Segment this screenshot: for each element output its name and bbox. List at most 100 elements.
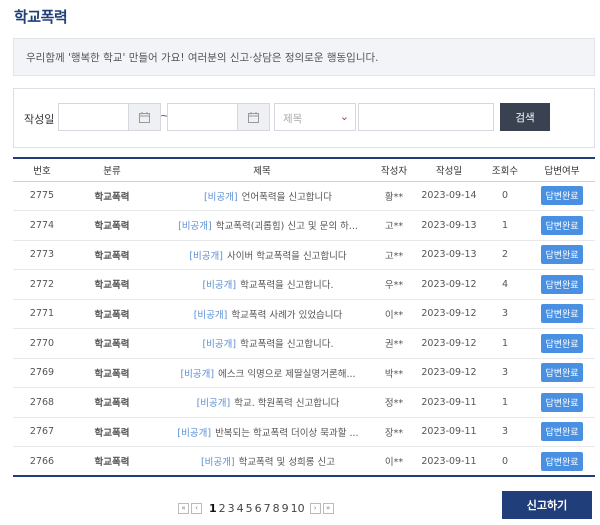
table-row[interactable]: 2767 학교폭력 [비공개] 반복되는 학교폭력 더이상 묵과할 ... 장** 202… bbox=[13, 417, 595, 447]
column-header-number: 번호 bbox=[13, 158, 71, 182]
table-row[interactable]: 2773 학교폭력 [비공개] 사이버 학교폭력을 신고합니다 고** 2023-09-1… bbox=[13, 240, 595, 270]
table-row[interactable]: 2770 학교폭력 [비공개] 학교폭력을 신고합니다. 권** 2023-09-12 1 답… bbox=[13, 328, 595, 359]
first-page-button[interactable]: « bbox=[178, 503, 189, 514]
table-row[interactable]: 2774 학교폭력 [비공개] 학교폭력(괴롭힘) 신고 및 문의 하... 고** 20… bbox=[13, 210, 595, 241]
table-row[interactable]: 2771 학교폭력 [비공개] 학교폭력 사례가 있었습니다 이** 2023-09-12… bbox=[13, 299, 595, 329]
private-tag: [비공개] bbox=[178, 221, 212, 233]
row-title-cell[interactable]: [비공개] 사이버 학교폭력을 신고합니다 bbox=[153, 240, 371, 270]
page-number-link[interactable]: 1 bbox=[208, 502, 218, 515]
report-board-table: 번호 분류 제목 작성자 작성일 조회수 답변여부 2775 학교폭력 [비공개] 언… bbox=[13, 157, 595, 477]
calendar-icon[interactable] bbox=[128, 104, 160, 130]
row-date: 2023-09-12 bbox=[417, 299, 481, 329]
page-number-link[interactable]: 4 bbox=[236, 502, 245, 515]
row-answer-cell: 답변완료 bbox=[529, 210, 595, 241]
page-number-link[interactable]: 8 bbox=[272, 502, 281, 515]
answer-status-badge: 답변완료 bbox=[541, 363, 583, 383]
row-number: 2772 bbox=[13, 269, 71, 300]
row-title-cell[interactable]: [비공개] 언어폭력을 신고합니다 bbox=[153, 181, 371, 211]
calendar-icon[interactable] bbox=[237, 104, 269, 130]
prev-page-button[interactable]: ‹ bbox=[191, 503, 202, 514]
row-title-cell[interactable]: [비공개] 학교폭력 및 성희롱 신고 bbox=[153, 447, 371, 477]
row-answer-cell: 답변완료 bbox=[529, 269, 595, 300]
search-field-select[interactable]: 제목 ⌄ bbox=[274, 103, 356, 131]
row-title-cell[interactable]: [비공개] 에스크 익명으로 제딸실명거론해... bbox=[153, 358, 371, 388]
row-author: 우** bbox=[371, 269, 417, 300]
private-tag: [비공개] bbox=[202, 339, 237, 351]
column-header-answer: 답변여부 bbox=[529, 158, 595, 182]
column-header-title: 제목 bbox=[153, 158, 371, 182]
row-title-link[interactable]: 반복되는 학교폭력 더이상 묵과할 ... bbox=[215, 428, 359, 439]
row-views: 1 bbox=[481, 328, 529, 359]
next-page-button[interactable]: › bbox=[309, 503, 321, 514]
private-tag: [비공개] bbox=[196, 398, 231, 410]
row-title-cell[interactable]: [비공개] 학교. 학원폭력 신고합니다 bbox=[153, 387, 371, 418]
row-views: 1 bbox=[481, 210, 529, 241]
row-title-cell[interactable]: [비공개] 학교폭력 사례가 있었습니다 bbox=[153, 299, 371, 329]
row-category: 학교폭력 bbox=[71, 358, 153, 388]
row-date: 2023-09-11 bbox=[417, 387, 481, 418]
row-author: 정** bbox=[371, 387, 417, 418]
row-date: 2023-09-11 bbox=[421, 455, 477, 467]
row-title-cell[interactable]: [비공개] 반복되는 학교폭력 더이상 묵과할 ... bbox=[153, 417, 371, 447]
page-number-link[interactable]: 10 bbox=[290, 502, 306, 515]
row-views: 3 bbox=[481, 417, 529, 447]
page-number-link[interactable]: 3 bbox=[227, 502, 236, 515]
answer-status-badge: 답변완료 bbox=[541, 333, 583, 353]
row-answer-cell: 답변완료 bbox=[529, 387, 595, 418]
row-number: 2771 bbox=[13, 299, 71, 329]
private-tag: [비공개] bbox=[180, 368, 215, 380]
column-header-views: 조회수 bbox=[481, 158, 529, 182]
page-title: 학교폭력 bbox=[14, 8, 68, 26]
answer-status-badge: 답변완료 bbox=[541, 274, 583, 294]
row-answer-cell: 답변완료 bbox=[529, 299, 595, 329]
table-row[interactable]: 2769 학교폭력 [비공개] 에스크 익명으로 제딸실명거론해... 박** 2023-… bbox=[13, 358, 595, 388]
table-row[interactable]: 2772 학교폭력 [비공개] 학교폭력을 신고합니다. 우** 2023-09-12 4 답… bbox=[13, 269, 595, 300]
row-category: 학교폭력 bbox=[71, 387, 153, 418]
row-views: 2 bbox=[481, 240, 529, 270]
row-title-cell[interactable]: [비공개] 학교폭력(괴롭힘) 신고 및 문의 하... bbox=[153, 210, 371, 241]
row-title-cell[interactable]: [비공개] 학교폭력을 신고합니다. bbox=[153, 328, 371, 359]
table-row[interactable]: 2775 학교폭력 [비공개] 언어폭력을 신고합니다 황** 2023-09-14 0 답변… bbox=[13, 181, 595, 211]
page-number-link[interactable]: 9 bbox=[281, 502, 290, 515]
report-button[interactable]: 신고하기 bbox=[502, 491, 592, 519]
row-views: 0 bbox=[501, 455, 509, 467]
column-header-author: 작성자 bbox=[371, 158, 417, 182]
row-title-link[interactable]: 에스크 익명으로 제딸실명거론해... bbox=[218, 369, 355, 380]
row-category: 학교폭력 bbox=[71, 269, 153, 300]
notice-banner: 우리함께 '행복한 학교' 만들어 가요! 여러분의 신고·상담은 정의로운 행… bbox=[13, 38, 595, 76]
row-title-link[interactable]: 학교폭력(괴롭힘) 신고 및 문의 하... bbox=[216, 221, 358, 232]
table-row[interactable]: 2768 학교폭력 [비공개] 학교. 학원폭력 신고합니다 정** 2023-09-11… bbox=[13, 387, 595, 418]
row-title-cell[interactable]: [비공개] 학교폭력을 신고합니다. bbox=[153, 269, 371, 300]
row-title-link[interactable]: 학교폭력 및 성희롱 신고 bbox=[239, 457, 335, 468]
table-row[interactable]: 2766 학교폭력 [비공개] 학교폭력 및 성희롱 신고 이** 2023-09-11 0… bbox=[13, 447, 595, 477]
row-title-link[interactable]: 사이버 학교폭력을 신고합니다 bbox=[227, 251, 347, 262]
row-title-link[interactable]: 학교폭력 사례가 있었습니다 bbox=[231, 310, 342, 321]
row-date: 2023-09-14 bbox=[417, 181, 481, 211]
row-date: 2023-09-12 bbox=[417, 269, 481, 300]
end-date-field[interactable] bbox=[167, 103, 270, 131]
search-field-select-value: 제목 bbox=[283, 113, 303, 125]
row-title-link[interactable]: 학교폭력을 신고합니다. bbox=[240, 339, 333, 350]
row-category: 학교폭력 bbox=[94, 457, 130, 468]
row-author: 고** bbox=[371, 210, 417, 241]
answer-status-badge: 답변완료 bbox=[541, 215, 583, 235]
answer-status-badge: 답변완료 bbox=[541, 392, 583, 412]
row-views: 3 bbox=[481, 358, 529, 388]
private-tag: [비공개] bbox=[203, 191, 238, 203]
page-number-link[interactable]: 6 bbox=[254, 502, 263, 515]
row-category: 학교폭력 bbox=[71, 210, 153, 241]
search-button[interactable]: 검색 bbox=[500, 103, 550, 131]
page-number-link[interactable]: 7 bbox=[263, 502, 272, 515]
last-page-button[interactable]: » bbox=[322, 503, 334, 514]
page-number-link[interactable]: 5 bbox=[245, 502, 254, 515]
row-answer-cell: 답변완료 bbox=[529, 181, 595, 211]
page-number-link[interactable]: 2 bbox=[218, 502, 227, 515]
start-date-field[interactable] bbox=[58, 103, 161, 131]
row-title-link[interactable]: 학교폭력을 신고합니다. bbox=[240, 280, 333, 291]
row-answer-cell: 답변완료 bbox=[529, 358, 595, 388]
row-title-link[interactable]: 언어폭력을 신고합니다 bbox=[242, 192, 332, 203]
keyword-input[interactable] bbox=[358, 103, 494, 131]
row-views: 0 bbox=[481, 181, 529, 211]
column-header-category: 분류 bbox=[71, 158, 153, 182]
row-title-link[interactable]: 학교. 학원폭력 신고합니다 bbox=[234, 398, 339, 409]
